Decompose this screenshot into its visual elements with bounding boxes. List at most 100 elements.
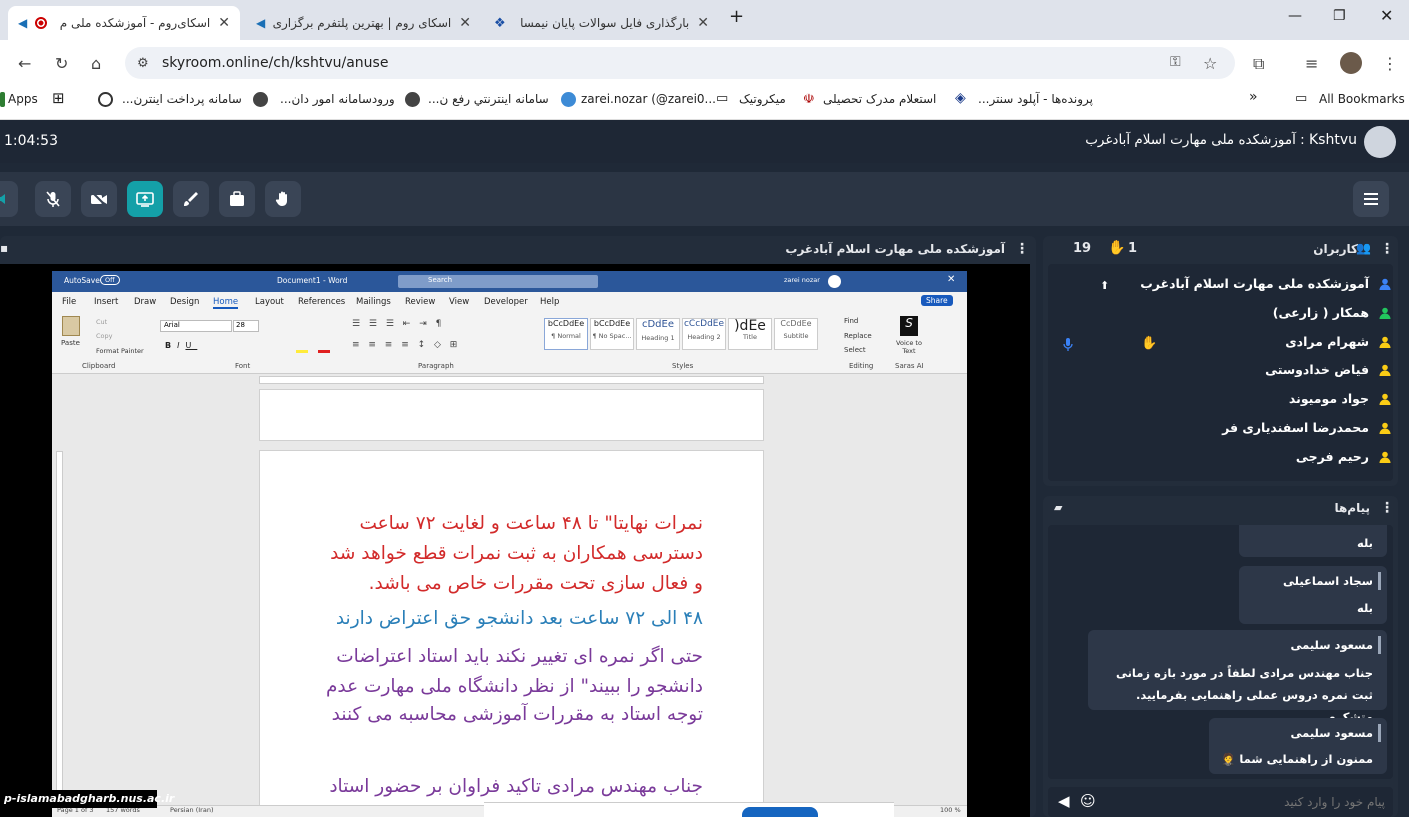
status-zoom: 100 % [940, 806, 961, 814]
panel-options-icon[interactable]: ⋮ [1015, 241, 1029, 257]
bookmark-fix-system[interactable]: سامانه اينترنتي رفع ن... [428, 92, 549, 106]
media-control-icon[interactable]: ≡ [1305, 54, 1318, 73]
user-item[interactable]: شهرام مرادی [1285, 334, 1369, 349]
user-item[interactable]: آموزشکده ملی مهارت اسلام آبادغرب [1140, 276, 1369, 291]
message-name-bar [1378, 636, 1381, 654]
mic-button[interactable] [35, 181, 71, 217]
camera-button[interactable] [81, 181, 117, 217]
tab-skyroom-active[interactable]: ✕ اسکای‌روم - آموزشکده ملی م ◀ [8, 6, 240, 40]
send-icon[interactable]: ◀ [1058, 792, 1070, 810]
word-select: Select [844, 346, 866, 354]
more-bookmarks-icon[interactable]: « [1249, 89, 1258, 105]
restore-icon[interactable]: ❐ [1333, 8, 1346, 24]
user-name: محمدرضا اسفندیاری فر [1222, 420, 1369, 435]
files-button[interactable] [219, 181, 255, 217]
bookmark-mikrotik[interactable]: میکروتیک [739, 92, 786, 106]
extensions-icon[interactable]: ⧉ [1253, 54, 1264, 74]
url-field[interactable]: skyroom.online/ch/kshtvu/anuse [125, 47, 1235, 79]
style-name: ¶ No Spac... [592, 332, 632, 340]
microphone-icon [1063, 338, 1073, 351]
group-font: Font [235, 362, 251, 370]
word-find: Find [844, 317, 859, 325]
bookmark-upload-center[interactable]: پرونده‌ها - آپلود سنتر... [978, 92, 1093, 106]
font-format-buttons: BIU [165, 341, 198, 350]
word-tab-developer: Developer [484, 297, 528, 307]
doc-line-text: دانشجو را ببیند" از نظر دانشگاه ملی مهار… [325, 676, 703, 697]
screen-share-button[interactable] [127, 181, 163, 217]
camera-off-icon [91, 191, 107, 207]
group-styles: Styles [672, 362, 694, 370]
close-tab-icon[interactable]: ✕ [218, 15, 230, 31]
word-tab-home: Home [213, 297, 239, 309]
session-timer: 1:04:53 [4, 133, 58, 149]
user-name: رحیم فرجی [1295, 449, 1369, 464]
emoji-icon[interactable]: ☺ [1080, 792, 1096, 810]
style-heading-1: cDdEe Heading 1 [636, 318, 680, 350]
users-panel-title: کاربران [1313, 242, 1358, 256]
word-voice-to-text: Voice to Text [896, 339, 922, 355]
tab-skyroom-platform[interactable]: ✕ اسکای روم | بهترین پلتفرم برگزاری ◀ [246, 6, 481, 40]
bookmark-zarei[interactable]: zarei.nozar (@zarei0... [581, 92, 716, 106]
word-doc-title: Document1 - Word [277, 276, 348, 285]
close-tab-icon[interactable]: ✕ [697, 15, 709, 31]
bookmark-degree-check[interactable]: استعلام مدرک تحصیلی [823, 92, 936, 106]
doc-line-7: توجه استاد به مقررات آموزشی محاسبه می کن… [332, 704, 703, 725]
minimize-icon[interactable]: — [1288, 8, 1302, 24]
bookmark-apps[interactable]: Apps [8, 92, 38, 106]
speaker-button[interactable] [0, 181, 18, 217]
bookmark-payment[interactable]: سامانه پرداخت اینترن... [122, 92, 242, 106]
user-person-icon [1379, 307, 1391, 319]
raise-hand-button[interactable] [265, 181, 301, 217]
close-window-icon[interactable]: ✕ [1380, 6, 1393, 25]
back-icon[interactable]: ← [18, 54, 31, 73]
user-item[interactable]: رحیم فرجی [1296, 449, 1369, 464]
site-info-icon[interactable]: ⚙ [137, 56, 149, 71]
main-menu-button[interactable] [1353, 181, 1389, 217]
user-item[interactable]: فیاض خدادوستی [1265, 362, 1369, 377]
style-sample: bCcDdEe [547, 319, 585, 328]
profile-avatar[interactable] [1340, 52, 1362, 74]
doc-line-text: دسترسی همکاران به ثبت نمرات قطع خواهد شد [330, 543, 703, 564]
messages-panel-options-icon[interactable]: ⋮ [1380, 500, 1394, 516]
grid-icon[interactable]: ⊞ [52, 89, 65, 107]
doc-line-4: ۴۸ الی ۷۲ ساعت بعد دانشجو حق اعتراض دارن… [336, 608, 703, 629]
user-person-icon [1379, 393, 1391, 405]
hands-count: 1 [1128, 241, 1138, 256]
doc-line-text: نمرات نهایتا" تا ۴۸ ساعت و لغایت ۷۲ ساعت [359, 513, 703, 534]
popup-button [742, 807, 818, 817]
doc-line-8: جناب مهندس مرادی تاکید فراوان بر حضور اس… [329, 776, 703, 797]
reload-icon[interactable]: ↻ [55, 54, 68, 73]
user-item[interactable]: همکار ( زارعی) [1273, 305, 1369, 320]
bookmark-all[interactable]: All Bookmarks [1319, 92, 1405, 106]
bookmark-student-affairs[interactable]: ورودسامانه امور دان... [280, 92, 395, 106]
new-tab-icon[interactable]: + [729, 6, 744, 27]
doc-line-5: حتی اگر نمره ای تغییر نکند باید استاد اع… [336, 646, 703, 667]
user-name: جواد مومیوند [1288, 391, 1369, 406]
message-name-bar [1378, 724, 1381, 742]
message-input[interactable] [1102, 791, 1385, 813]
tab-upload-exam[interactable]: ✕ بارگذاری فایل سوالات پایان نیمسا ❖ [484, 6, 719, 40]
autosave-toggle[interactable]: Off [100, 275, 120, 285]
panel-pin-icon[interactable]: ▪ [0, 241, 8, 255]
whiteboard-button[interactable] [173, 181, 209, 217]
user-item[interactable]: محمدرضا اسفندیاری فر [1222, 420, 1369, 435]
doc-line-2: دسترسی همکاران به ثبت نمرات قطع خواهد شد [330, 543, 703, 564]
bookmark-star-icon[interactable]: ☆ [1203, 54, 1217, 73]
close-tab-icon[interactable]: ✕ [459, 15, 471, 31]
messages-panel-title: پیام‌ها [1334, 501, 1370, 515]
message-text: بله [1357, 601, 1373, 615]
raised-hand-icon: ✋ [1108, 240, 1126, 256]
word-search-box[interactable]: Search [398, 275, 598, 288]
hand-raised-icon: ✋ [1141, 336, 1158, 351]
menu-kebab-icon[interactable]: ⋮ [1382, 54, 1398, 73]
tab-title: اسکای روم | بهترین پلتفرم برگزاری [273, 16, 452, 30]
style-heading-2: cCcDdEe Heading 2 [682, 318, 726, 350]
user-name: شهرام مرادی [1285, 334, 1369, 349]
home-icon[interactable]: ⌂ [91, 54, 101, 73]
previous-page [259, 389, 764, 441]
users-panel-options-icon[interactable]: ⋮ [1380, 241, 1394, 257]
word-format-painter: Format Painter [96, 347, 144, 355]
message-item: بله [1239, 525, 1387, 557]
user-item[interactable]: جواد مومیوند [1289, 391, 1369, 406]
password-key-icon[interactable]: ⚿ [1170, 54, 1181, 70]
